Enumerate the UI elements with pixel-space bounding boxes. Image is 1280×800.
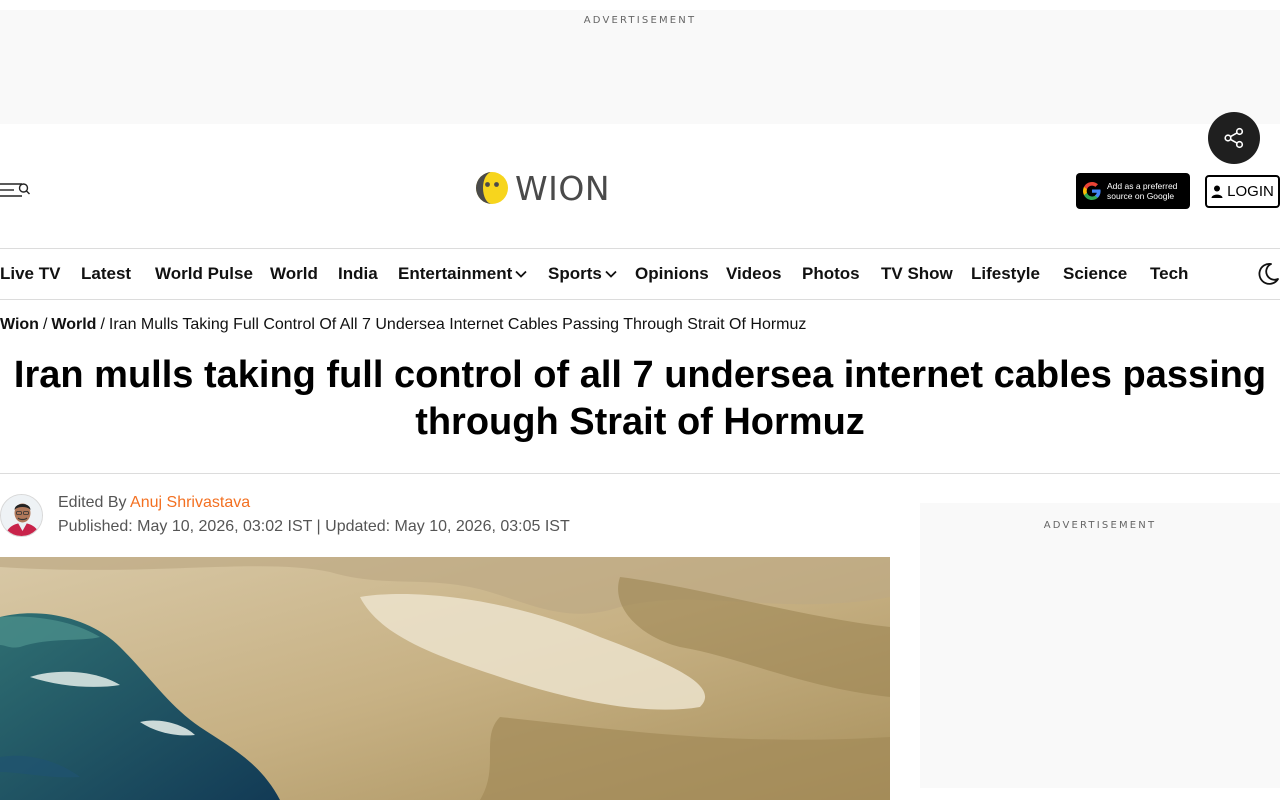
nav-item-label: Videos: [726, 264, 782, 283]
nav-item-sports[interactable]: Sports: [548, 264, 617, 284]
nav-item-tech[interactable]: Tech: [1150, 264, 1188, 284]
breadcrumb: Wion / World / Iran Mulls Taking Full Contro…: [0, 315, 806, 335]
main-navigation: Live TV Latest World Pulse World India E…: [0, 248, 1280, 300]
article-headline: Iran mulls taking full control of all 7 …: [13, 354, 1267, 443]
nav-item-world[interactable]: World: [270, 264, 318, 284]
nav-item-label: TV Show: [881, 264, 953, 283]
nav-item-world-pulse[interactable]: World Pulse: [155, 264, 253, 284]
login-label: LOGIN: [1227, 183, 1274, 200]
author-avatar[interactable]: [0, 494, 43, 537]
nav-item-label: Photos: [802, 264, 860, 283]
top-advertisement: ADVERTISEMENT: [0, 10, 1280, 124]
google-source-line2: source on Google: [1107, 191, 1175, 201]
dark-mode-toggle[interactable]: [1254, 261, 1280, 292]
publish-dates: Published: May 10, 2026, 03:02 IST | Upd…: [58, 518, 570, 535]
menu-search-button[interactable]: [0, 180, 32, 200]
edited-by-line: Edited By Anuj Shrivastava: [58, 493, 250, 513]
top-ad-label: ADVERTISEMENT: [583, 15, 697, 26]
nav-item-live-tv[interactable]: Live TV: [0, 264, 60, 284]
nav-item-label: World: [270, 264, 318, 283]
google-preferred-source-button[interactable]: Add as a preferred source on Google: [1076, 173, 1190, 209]
breadcrumb-current: Iran Mulls Taking Full Control Of All 7 …: [108, 316, 807, 333]
google-source-text: Add as a preferred source on Google: [1107, 181, 1177, 201]
google-source-line1: Add as a preferred: [1107, 181, 1178, 191]
headline-divider: [0, 473, 1280, 474]
side-ad-label: ADVERTISEMENT: [1043, 520, 1157, 531]
nav-item-label: World Pulse: [155, 264, 253, 283]
nav-item-opinions[interactable]: Opinions: [635, 264, 709, 284]
chevron-down-icon: [605, 270, 617, 278]
nav-item-videos[interactable]: Videos: [726, 264, 781, 284]
nav-item-science[interactable]: Science: [1063, 264, 1127, 284]
nav-item-label: Science: [1063, 264, 1128, 283]
wion-logo[interactable]: WION: [475, 170, 627, 206]
article-byline: Edited By Anuj Shrivastava Published: Ma…: [0, 493, 890, 539]
nav-item-label: Opinions: [635, 264, 709, 283]
nav-item-tv-show[interactable]: TV Show: [881, 264, 953, 284]
author-photo: [1, 495, 42, 536]
nav-item-label: Live TV: [0, 264, 61, 283]
sidebar-advertisement: ADVERTISEMENT: [920, 503, 1280, 788]
logo-wordmark: WION: [515, 168, 611, 208]
nav-item-label: Latest: [81, 264, 132, 283]
breadcrumb-separator: /: [42, 316, 48, 333]
moon-icon: [1258, 263, 1279, 285]
share-button[interactable]: [1208, 112, 1260, 164]
nav-item-photos[interactable]: Photos: [802, 264, 860, 284]
wion-logo-mark: [476, 172, 508, 204]
breadcrumb-section[interactable]: World: [51, 316, 96, 333]
author-name-link[interactable]: Anuj Shrivastava: [130, 494, 250, 511]
nav-item-label: India: [338, 264, 378, 283]
site-header: WION Add as a preferred source on Google…: [0, 124, 1280, 248]
nav-item-latest[interactable]: Latest: [81, 264, 131, 284]
satellite-image: [0, 557, 890, 800]
hamburger-menu-icon: [0, 183, 30, 197]
user-icon: [1211, 185, 1223, 198]
nav-item-lifestyle[interactable]: Lifestyle: [971, 264, 1040, 284]
nav-item-entertainment[interactable]: Entertainment: [398, 264, 527, 284]
nav-item-label: Entertainment: [398, 264, 513, 283]
nav-item-label: Lifestyle: [971, 264, 1040, 283]
google-g-icon: [1083, 182, 1101, 200]
nav-item-label: Tech: [1150, 264, 1189, 283]
breadcrumb-separator: /: [100, 316, 105, 333]
share-icon: [1224, 127, 1244, 149]
breadcrumb-home[interactable]: Wion: [0, 316, 39, 333]
article-hero-image: [0, 557, 890, 800]
edited-by-prefix: Edited By: [58, 494, 127, 511]
login-button[interactable]: LOGIN: [1205, 175, 1280, 208]
nav-item-india[interactable]: India: [338, 264, 378, 284]
chevron-down-icon: [515, 270, 527, 278]
nav-item-label: Sports: [548, 264, 602, 283]
